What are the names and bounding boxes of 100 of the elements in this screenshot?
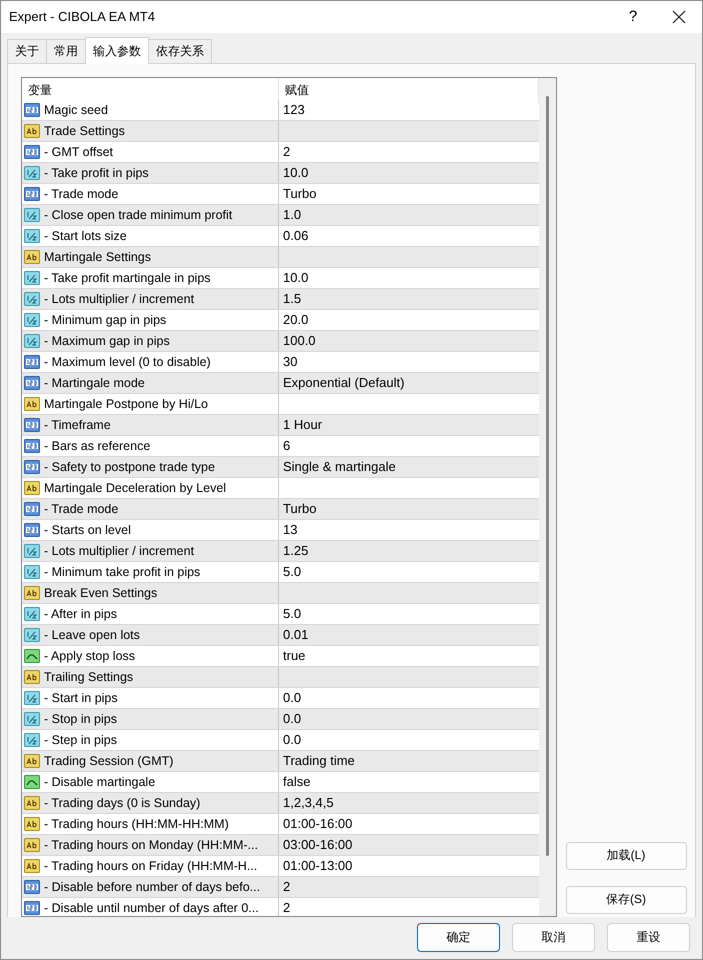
parameter-name: Trading Session (GMT)	[44, 754, 174, 768]
parameter-name: - Martingale mode	[44, 376, 145, 390]
parameter-value: 30	[283, 354, 298, 369]
parameter-name: - Trade mode	[44, 186, 118, 201]
toggle-icon	[24, 648, 40, 664]
integer-icon	[24, 186, 40, 202]
parameter-name: Trade Settings	[44, 124, 125, 138]
parameter-value: 0.06	[283, 228, 308, 243]
parameter-value: 0.0	[283, 732, 302, 747]
tab[interactable]: 依存关系	[148, 38, 212, 63]
parameter-name: - Trading hours on Monday (HH:MM-...	[44, 838, 258, 852]
parameter-value: 2	[283, 878, 290, 894]
parameter-value: Exponential (Default)	[283, 374, 404, 390]
fraction-icon	[24, 690, 40, 706]
tab[interactable]: 关于	[7, 38, 47, 63]
parameter-name: - Trading hours on Friday (HH:MM-H...	[44, 858, 258, 873]
parameter-value: Single & martingale	[283, 458, 396, 474]
parameter-value: 0.0	[283, 690, 302, 705]
parameter-name: - Trade mode	[44, 502, 118, 516]
parameter-value: Turbo	[283, 186, 316, 201]
parameter-name: - Minimum gap in pips	[44, 312, 166, 327]
side-button[interactable]: 加载(L)	[566, 842, 686, 870]
parameter-value: 123	[283, 102, 305, 117]
parameter-name: Trailing Settings	[44, 670, 134, 684]
fraction-icon	[24, 228, 40, 244]
parameter-value: 1.25	[283, 542, 308, 558]
parameter-name: - Safety to postpone trade type	[44, 460, 215, 474]
fraction-icon	[24, 290, 40, 307]
text-icon	[24, 752, 40, 769]
parameter-value: 5.0	[283, 564, 302, 579]
text-icon	[24, 794, 40, 811]
text-icon	[24, 584, 40, 601]
parameter-name: - Close open trade minimum profit	[44, 208, 232, 222]
close-icon[interactable]	[672, 10, 686, 24]
parameter-name: Martingale Postpone by Hi/Lo	[44, 396, 208, 411]
fraction-icon	[24, 626, 40, 643]
parameter-name: Break Even Settings	[44, 586, 158, 600]
window-title: Expert - CIBOLA EA MT4	[9, 9, 156, 24]
parameter-value: 6	[283, 438, 290, 453]
tab[interactable]: 输入参数	[85, 36, 149, 64]
parameter-name: - Maximum gap in pips	[44, 334, 170, 348]
fraction-icon	[24, 312, 40, 328]
parameter-value: Turbo	[283, 500, 316, 516]
parameter-name: - Starts on level	[44, 522, 131, 537]
fraction-icon	[24, 606, 40, 622]
parameter-name: Magic seed	[44, 102, 108, 117]
text-icon	[24, 836, 40, 853]
help-button[interactable]: ?	[610, 8, 656, 26]
parameter-value: 10.0	[283, 270, 308, 285]
parameter-value: 0.01	[283, 626, 308, 642]
integer-icon	[24, 458, 40, 475]
parameter-value: true	[283, 648, 306, 663]
text-icon	[24, 668, 40, 685]
parameter-name: - Timeframe	[44, 418, 111, 432]
dialog-button[interactable]: 重设	[607, 922, 690, 952]
integer-icon	[24, 416, 40, 433]
integer-icon	[24, 374, 40, 391]
parameter-value: 2	[283, 144, 290, 159]
integer-icon	[24, 354, 40, 370]
parameter-name: - After in pips	[44, 606, 117, 621]
toggle-icon	[24, 774, 40, 790]
parameter-name: - Start in pips	[44, 690, 118, 705]
parameter-name: - Take profit martingale in pips	[44, 270, 211, 285]
parameter-name: - Leave open lots	[44, 628, 140, 642]
dialog-button[interactable]: 取消	[512, 922, 595, 952]
parameter-value: Trading time	[283, 752, 355, 768]
text-icon	[24, 248, 40, 265]
integer-icon	[24, 500, 40, 517]
parameter-name: - Minimum take profit in pips	[44, 564, 200, 579]
integer-icon	[24, 522, 40, 538]
dialog-button[interactable]: 确定	[417, 922, 500, 952]
text-icon	[24, 858, 40, 874]
text-icon	[24, 816, 40, 832]
scrollbar-thumb[interactable]	[546, 96, 549, 856]
integer-icon	[24, 144, 40, 160]
parameter-value: 01:00-16:00	[283, 816, 352, 831]
integer-icon	[24, 878, 40, 895]
parameter-name: - Take profit in pips	[44, 166, 149, 180]
parameter-value: 1.5	[283, 290, 302, 306]
parameter-name: - Lots multiplier / increment	[44, 292, 194, 306]
fraction-icon	[24, 206, 40, 223]
fraction-icon	[24, 164, 40, 181]
parameter-value: 1.0	[283, 206, 302, 222]
integer-icon	[24, 102, 40, 118]
parameter-name: - Step in pips	[44, 732, 117, 747]
side-button[interactable]: 保存(S)	[566, 886, 686, 914]
parameter-value: 5.0	[283, 606, 302, 621]
parameter-name: - Disable martingale	[44, 774, 156, 789]
parameter-name: - Maximum level (0 to disable)	[44, 354, 211, 369]
parameter-name: - Apply stop loss	[44, 648, 136, 663]
parameter-value: 03:00-16:00	[283, 836, 352, 852]
parameter-name: - GMT offset	[44, 144, 114, 159]
parameter-name: - Trading hours (HH:MM-HH:MM)	[44, 816, 229, 831]
parameter-name: - Start lots size	[44, 228, 127, 243]
parameter-value: 1,2,3,4,5	[283, 794, 334, 810]
parameter-name: - Disable before number of days befo...	[44, 880, 260, 894]
parameter-name: Martingale Settings	[44, 250, 152, 264]
text-icon	[24, 396, 40, 412]
integer-icon	[24, 438, 40, 454]
fraction-icon	[24, 542, 40, 559]
